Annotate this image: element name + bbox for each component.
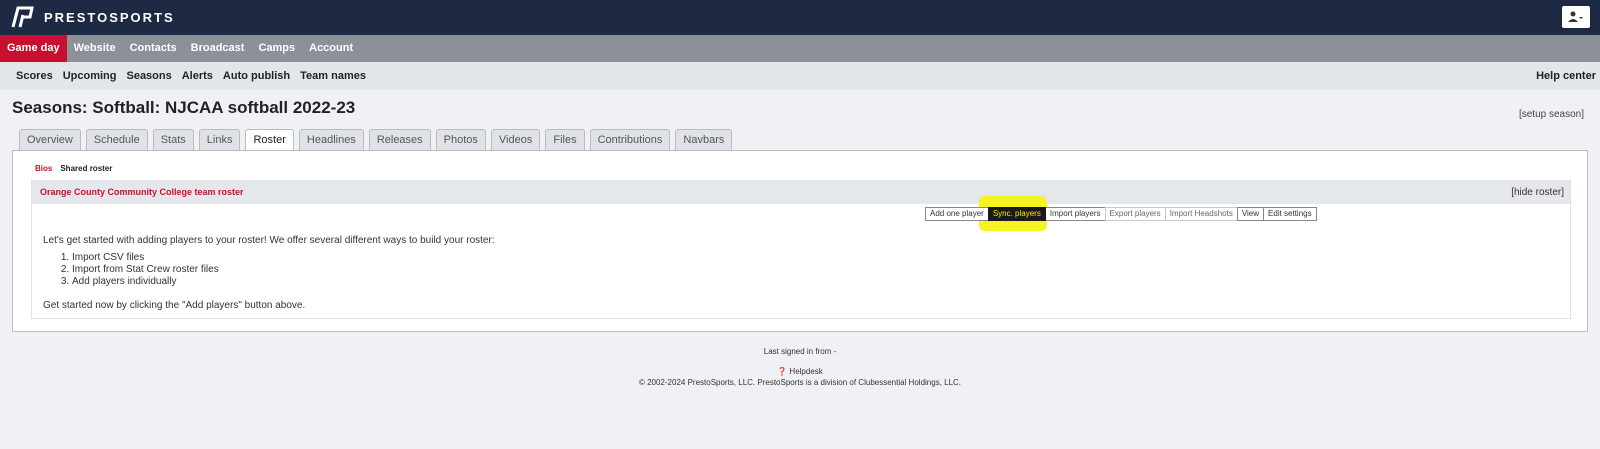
- main-nav-contacts[interactable]: Contacts: [123, 35, 184, 62]
- subtab-bios[interactable]: Bios: [35, 164, 52, 173]
- tab-schedule[interactable]: Schedule: [85, 129, 148, 151]
- page-title: Seasons: Softball: NJCAA softball 2022-2…: [12, 98, 356, 117]
- sub-nav: Scores Upcoming Seasons Alerts Auto publ…: [0, 62, 1600, 90]
- helpdesk-label[interactable]: Helpdesk: [789, 367, 822, 376]
- tab-overview[interactable]: Overview: [19, 129, 81, 151]
- sub-nav-alerts[interactable]: Alerts: [182, 62, 213, 90]
- main-nav: Game day Website Contacts Broadcast Camp…: [0, 35, 1600, 62]
- setup-season-link[interactable]: [setup season]: [1519, 109, 1584, 120]
- help-center-link[interactable]: Help center: [1536, 62, 1596, 90]
- tab-navbars[interactable]: Navbars: [675, 129, 733, 151]
- tab-stats[interactable]: Stats: [152, 129, 194, 151]
- tab-contributions[interactable]: Contributions: [589, 129, 671, 151]
- subtab-shared-roster[interactable]: Shared roster: [60, 164, 112, 173]
- tab-headlines[interactable]: Headlines: [298, 129, 364, 151]
- roster-subtabs: Bios Shared roster: [35, 164, 112, 173]
- step-item: Import CSV files: [72, 252, 495, 264]
- tab-photos[interactable]: Photos: [435, 129, 486, 151]
- tab-files[interactable]: Files: [545, 129, 585, 151]
- outro-text: Get started now by clicking the "Add pla…: [43, 300, 306, 311]
- question-circle-icon: ❓: [777, 367, 788, 376]
- brand-name: PRESTOSPORTS: [44, 9, 175, 25]
- tab-videos[interactable]: Videos: [490, 129, 541, 151]
- intro-text: Let's get started with adding players to…: [43, 235, 495, 246]
- sub-nav-team-names[interactable]: Team names: [300, 62, 366, 90]
- helpdesk-link[interactable]: ❓ Helpdesk: [0, 367, 1600, 376]
- steps-list: Import CSV files Import from Stat Crew r…: [72, 252, 495, 288]
- edit-settings-button[interactable]: Edit settings: [1263, 207, 1317, 221]
- user-icon: [1568, 11, 1583, 22]
- sub-nav-scores[interactable]: Scores: [16, 62, 53, 90]
- step-item: Add players individually: [72, 276, 495, 288]
- add-one-player-button[interactable]: Add one player: [925, 207, 989, 221]
- prestosports-logo-icon: [11, 6, 34, 28]
- hide-roster-link[interactable]: [hide roster]: [1511, 187, 1564, 198]
- roster-header: Orange County Community College team ros…: [32, 181, 1570, 204]
- main-nav-broadcast[interactable]: Broadcast: [184, 35, 252, 62]
- sub-nav-upcoming[interactable]: Upcoming: [63, 62, 117, 90]
- tab-releases[interactable]: Releases: [368, 129, 431, 151]
- view-button[interactable]: View: [1236, 207, 1265, 221]
- roster-actions: Add one player Sync. players Import play…: [925, 207, 1317, 221]
- tab-roster[interactable]: Roster: [245, 129, 294, 152]
- import-headshots-button[interactable]: Import Headshots: [1164, 207, 1238, 221]
- user-menu-button[interactable]: [1562, 6, 1590, 28]
- step-item: Import from Stat Crew roster files: [72, 264, 495, 276]
- tab-links[interactable]: Links: [198, 129, 241, 151]
- sync-players-button[interactable]: Sync. players: [987, 207, 1046, 221]
- main-nav-game-day[interactable]: Game day: [0, 35, 67, 62]
- export-players-button[interactable]: Export players: [1104, 207, 1166, 221]
- roster-empty-message: Let's get started with adding players to…: [43, 235, 495, 312]
- last-signed-in: Last signed in from -: [763, 347, 837, 356]
- main-nav-account[interactable]: Account: [302, 35, 360, 62]
- sub-nav-auto-publish[interactable]: Auto publish: [223, 62, 290, 90]
- main-nav-website[interactable]: Website: [67, 35, 123, 62]
- sub-nav-seasons[interactable]: Seasons: [126, 62, 171, 90]
- import-players-button[interactable]: Import players: [1044, 207, 1106, 221]
- copyright: © 2002-2024 PrestoSports, LLC. PrestoSpo…: [638, 378, 962, 387]
- top-bar: PRESTOSPORTS: [0, 0, 1600, 35]
- main-nav-camps[interactable]: Camps: [251, 35, 302, 62]
- brand-logo[interactable]: PRESTOSPORTS: [10, 6, 175, 28]
- season-tabs: Overview Schedule Stats Links Roster Hea…: [19, 129, 733, 152]
- roster-title: Orange County Community College team ros…: [40, 187, 244, 197]
